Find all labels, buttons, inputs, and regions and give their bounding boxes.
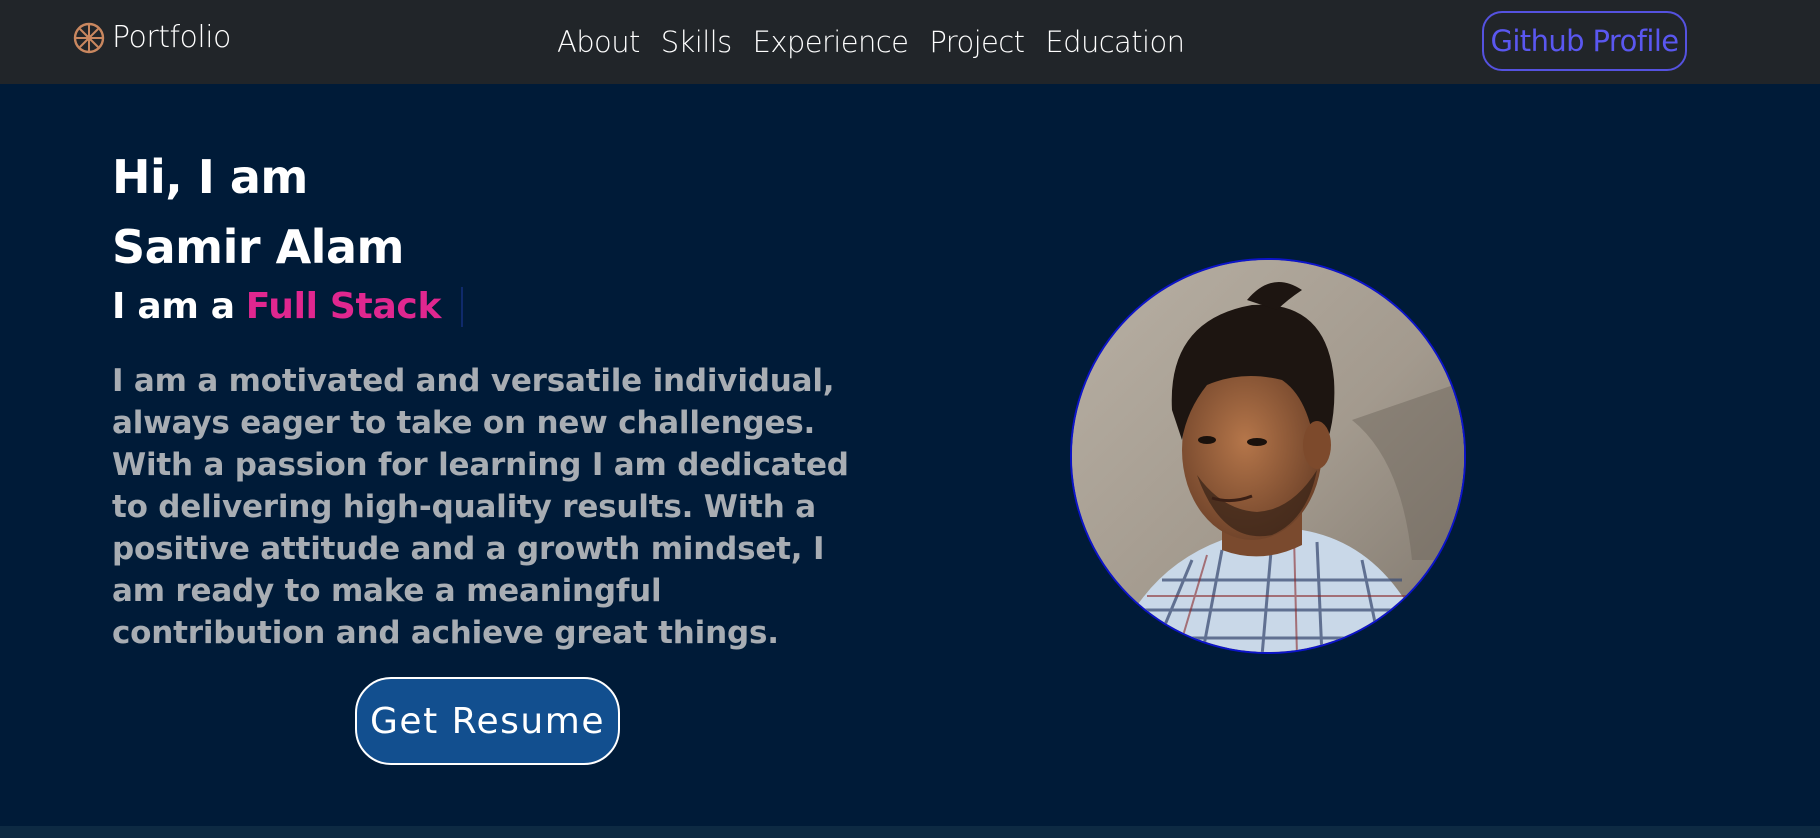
brand-link[interactable]: Portfolio	[72, 20, 231, 55]
profile-photo	[1070, 258, 1466, 654]
github-profile-button[interactable]: Github Profile	[1482, 11, 1687, 71]
hero-description: I am a motivated and versatile individua…	[112, 363, 849, 651]
brand-label: Portfolio	[112, 20, 231, 55]
nav-link-about[interactable]: About	[557, 22, 640, 62]
role-highlight: Full Stack	[245, 286, 442, 327]
hero-name: Samir Alam	[112, 220, 404, 274]
hero-greeting: Hi, I am	[112, 150, 308, 204]
typing-cursor	[461, 287, 464, 327]
section-divider	[0, 826, 1820, 838]
nav-links: About Skills Experience Project Educatio…	[557, 22, 1185, 62]
navbar: Portfolio About Skills Experience Projec…	[0, 0, 1820, 84]
nav-link-skills[interactable]: Skills	[661, 22, 732, 62]
hero-intro: Hi, I am Samir Alam I am a Full Stack I …	[112, 148, 882, 654]
profile-photo-image	[1072, 260, 1464, 652]
role-prefix: I am a	[112, 286, 235, 327]
nav-link-project[interactable]: Project	[929, 22, 1025, 62]
nav-link-experience[interactable]: Experience	[753, 22, 909, 62]
wheel-logo-icon	[73, 22, 105, 53]
get-resume-button[interactable]: Get Resume	[355, 677, 620, 765]
nav-link-education[interactable]: Education	[1045, 22, 1185, 62]
hero-role: I am a Full Stack	[112, 284, 882, 330]
